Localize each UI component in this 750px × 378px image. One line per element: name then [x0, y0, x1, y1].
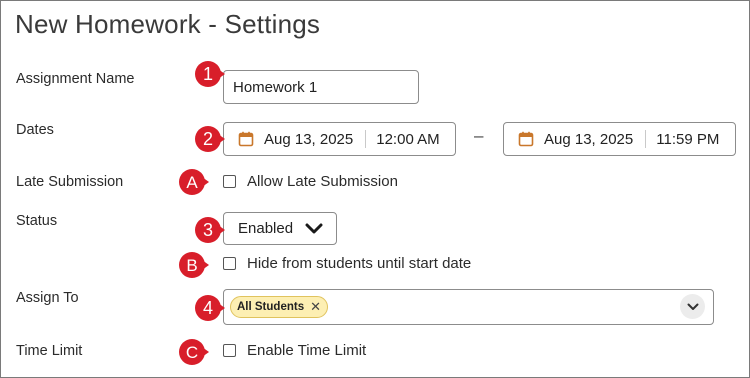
date-time-divider: [365, 130, 367, 148]
end-datetime-field[interactable]: Aug 13, 2025 11:59 PM: [503, 122, 736, 156]
hide-until-start-label: Hide from students until start date: [247, 255, 472, 272]
callout-marker-4: 4: [193, 293, 229, 323]
callout-label: 2: [203, 129, 213, 149]
allow-late-submission-label: Allow Late Submission: [247, 173, 398, 190]
chevron-down-icon: [305, 223, 323, 233]
enable-time-limit-checkbox[interactable]: [223, 344, 236, 357]
end-date-value: Aug 13, 2025: [544, 130, 634, 148]
calendar-icon: [518, 131, 534, 147]
callout-label: 4: [203, 298, 213, 318]
callout-marker-b: B: [177, 250, 213, 280]
callout-label: B: [186, 256, 197, 275]
page-title: New Homework - Settings: [15, 9, 321, 39]
settings-panel: New Homework - Settings Assignment Name …: [0, 0, 750, 378]
chevron-down-icon: [687, 303, 698, 310]
status-label: Status: [16, 213, 58, 229]
start-date-value: Aug 13, 2025: [264, 130, 354, 148]
start-date-picker[interactable]: Aug 13, 2025: [224, 131, 353, 148]
enable-time-limit-option[interactable]: Enable Time Limit: [223, 342, 366, 359]
allow-late-submission-option[interactable]: Allow Late Submission: [223, 173, 398, 190]
callout-marker-c: C: [177, 337, 213, 367]
assignee-chip-label: All Students: [237, 301, 305, 313]
callout-label: 1: [203, 64, 213, 84]
allow-late-submission-checkbox[interactable]: [223, 175, 236, 188]
end-time-value[interactable]: 11:59 PM: [656, 131, 719, 148]
time-limit-label: Time Limit: [16, 343, 83, 359]
assignee-chip: All Students ✕: [230, 296, 328, 318]
callout-marker-2: 2: [193, 124, 229, 154]
close-icon[interactable]: ✕: [310, 299, 321, 315]
date-range-separator: –: [474, 126, 484, 145]
callout-marker-3: 3: [193, 215, 229, 245]
start-time-value[interactable]: 12:00 AM: [376, 131, 439, 148]
hide-until-start-option[interactable]: Hide from students until start date: [223, 255, 471, 272]
assignment-name-value: Homework 1: [233, 78, 318, 96]
assign-to-multiselect[interactable]: All Students ✕: [223, 289, 714, 325]
date-time-divider: [645, 130, 647, 148]
end-date-picker[interactable]: Aug 13, 2025: [504, 131, 633, 148]
start-datetime-field[interactable]: Aug 13, 2025 12:00 AM: [223, 122, 456, 156]
enable-time-limit-label: Enable Time Limit: [247, 342, 367, 359]
assignment-name-label: Assignment Name: [16, 71, 135, 87]
assignment-name-input[interactable]: Homework 1: [223, 70, 419, 104]
callout-label: A: [186, 173, 198, 192]
assign-to-label: Assign To: [16, 290, 79, 306]
late-submission-label: Late Submission: [16, 174, 124, 190]
assign-to-dropdown-button[interactable]: [680, 294, 705, 319]
calendar-icon: [238, 131, 254, 147]
callout-marker-1: 1: [193, 59, 229, 89]
callout-label: C: [186, 343, 198, 362]
status-selected-value: Enabled: [238, 220, 294, 237]
callout-label: 3: [203, 220, 213, 240]
hide-until-start-checkbox[interactable]: [223, 257, 236, 270]
callout-marker-a: A: [177, 167, 213, 197]
status-select[interactable]: Enabled: [223, 212, 337, 245]
dates-label: Dates: [16, 122, 54, 138]
